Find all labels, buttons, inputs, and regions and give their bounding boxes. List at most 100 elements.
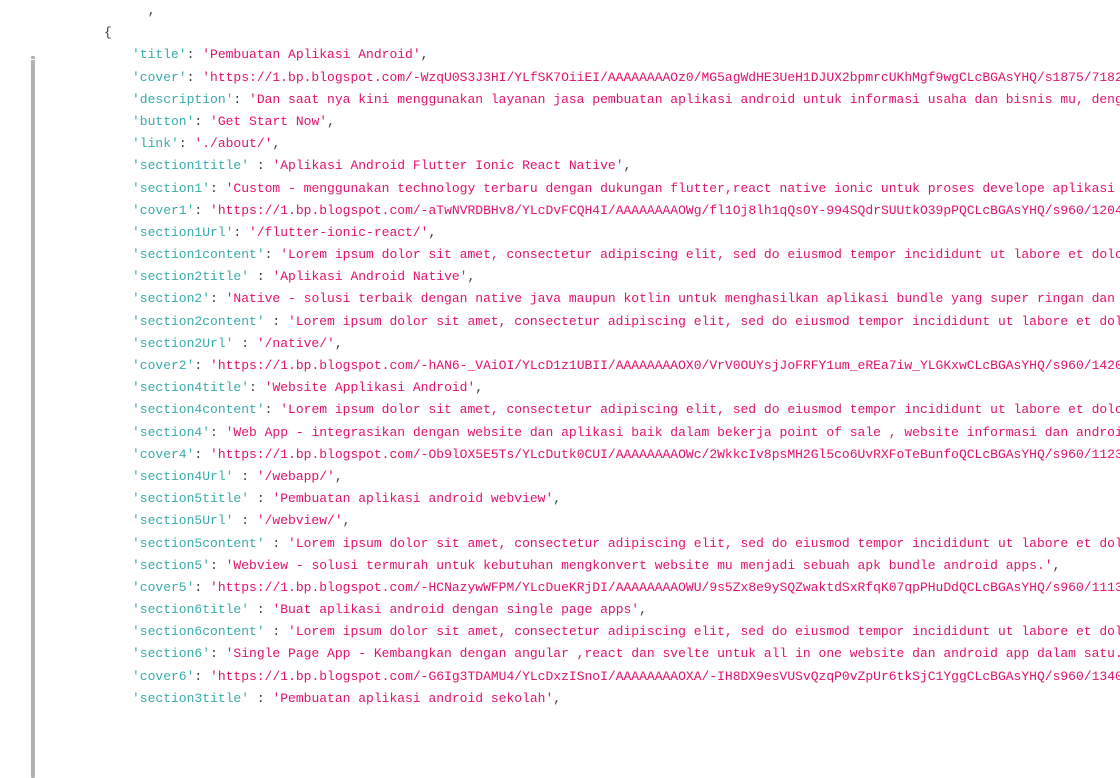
json-value: 'Website Applikasi Android' <box>265 380 476 395</box>
change-indicator <box>31 56 35 59</box>
colon: : <box>210 646 226 661</box>
json-value: 'https://1.bp.blogspot.com/-Ob9lOX5E5Ts/… <box>210 447 1120 462</box>
colon: : <box>233 469 256 484</box>
colon: : <box>249 602 272 617</box>
json-value: 'Lorem ipsum dolor sit amet, consectetur… <box>288 314 1120 329</box>
code-line[interactable]: 'link': './about/', <box>76 133 1120 155</box>
json-key: 'cover4' <box>132 447 194 462</box>
json-key: 'section6content' <box>132 624 265 639</box>
json-key: 'section2title' <box>132 269 249 284</box>
json-key: 'section5' <box>132 558 210 573</box>
code-line[interactable]: 'title': 'Pembuatan Aplikasi Android', <box>76 44 1120 66</box>
colon: : <box>187 70 203 85</box>
json-key: 'section5title' <box>132 491 249 506</box>
change-indicator <box>31 60 35 778</box>
json-key: 'cover1' <box>132 203 194 218</box>
json-key: 'section3title' <box>132 691 249 706</box>
code-line[interactable]: 'section6': 'Single Page App - Kembangka… <box>76 643 1120 665</box>
json-value: 'Dan saat nya kini menggunakan layanan j… <box>249 92 1120 107</box>
comma: , <box>335 336 343 351</box>
colon: : <box>249 691 272 706</box>
json-key: 'section5content' <box>132 536 265 551</box>
json-value: 'Pembuatan aplikasi android sekolah' <box>272 691 553 706</box>
json-value: '/flutter-ionic-react/' <box>249 225 428 240</box>
json-key: 'section6title' <box>132 602 249 617</box>
colon: : <box>233 513 256 528</box>
code-line[interactable]: 'section6title' : 'Buat aplikasi android… <box>76 599 1120 621</box>
code-line[interactable]: 'section2Url' : '/native/', <box>76 333 1120 355</box>
colon: : <box>194 669 210 684</box>
code-line[interactable]: 'section5': 'Webview - solusi termurah u… <box>76 555 1120 577</box>
code-line[interactable]: 'description': 'Dan saat nya kini menggu… <box>76 89 1120 111</box>
json-key: 'section1title' <box>132 158 249 173</box>
json-key: 'section6' <box>132 646 210 661</box>
code-line[interactable]: 'section1title' : 'Aplikasi Android Flut… <box>76 155 1120 177</box>
json-key: 'section4Url' <box>132 469 233 484</box>
code-line[interactable]: 'section4content': 'Lorem ipsum dolor si… <box>76 399 1120 421</box>
comma: , <box>467 269 475 284</box>
json-value: 'https://1.bp.blogspot.com/-WzqU0S3J3HI/… <box>202 70 1120 85</box>
json-key: 'cover6' <box>132 669 194 684</box>
colon: : <box>194 358 210 373</box>
code-line[interactable]: 'section4Url' : '/webapp/', <box>76 466 1120 488</box>
code-line[interactable]: 'section1Url': '/flutter-ionic-react/', <box>76 222 1120 244</box>
comma: , <box>1053 558 1061 573</box>
code-line[interactable]: 'button': 'Get Start Now', <box>76 111 1120 133</box>
editor-gutter <box>0 0 36 776</box>
json-value: 'Pembuatan aplikasi android webview' <box>272 491 553 506</box>
json-key: 'section1Url' <box>132 225 233 240</box>
json-key: 'section4content' <box>132 402 265 417</box>
json-value: 'Custom - menggunakan technology terbaru… <box>226 181 1120 196</box>
code-line[interactable]: 'cover2': 'https://1.bp.blogspot.com/-hA… <box>76 355 1120 377</box>
comma: , <box>428 225 436 240</box>
code-line[interactable]: 'cover1': 'https://1.bp.blogspot.com/-aT… <box>76 200 1120 222</box>
code-line[interactable]: 'section5content' : 'Lorem ipsum dolor s… <box>76 533 1120 555</box>
comma: , <box>421 47 429 62</box>
code-line[interactable]: 'cover': 'https://1.bp.blogspot.com/-Wzq… <box>76 67 1120 89</box>
colon: : <box>194 447 210 462</box>
json-value: 'Lorem ipsum dolor sit amet, consectetur… <box>288 536 1120 551</box>
json-value: 'Lorem ipsum dolor sit amet, consectetur… <box>280 247 1120 262</box>
code-line[interactable]: 'section2title' : 'Aplikasi Android Nati… <box>76 266 1120 288</box>
colon: : <box>194 580 210 595</box>
comma: , <box>624 158 632 173</box>
colon: : <box>187 47 203 62</box>
colon: : <box>179 136 195 151</box>
json-key: 'cover2' <box>132 358 194 373</box>
code-line[interactable]: 'section4title': 'Website Applikasi Andr… <box>76 377 1120 399</box>
json-key: 'section2content' <box>132 314 265 329</box>
code-line[interactable]: 'section1': 'Custom - menggunakan techno… <box>76 178 1120 200</box>
code-line[interactable]: 'cover6': 'https://1.bp.blogspot.com/-G6… <box>76 666 1120 688</box>
colon: : <box>265 624 288 639</box>
json-value: 'Aplikasi Android Native' <box>272 269 467 284</box>
colon: : <box>265 536 288 551</box>
colon: : <box>210 558 226 573</box>
code-line[interactable]: 'section1content': 'Lorem ipsum dolor si… <box>76 244 1120 266</box>
json-value: '/native/' <box>257 336 335 351</box>
code-line[interactable]: { <box>76 22 1120 44</box>
code-line[interactable]: 'section3title' : 'Pembuatan aplikasi an… <box>76 688 1120 710</box>
json-key: 'section2Url' <box>132 336 233 351</box>
json-value: '/webview/' <box>257 513 343 528</box>
code-line[interactable]: 'section6content' : 'Lorem ipsum dolor s… <box>76 621 1120 643</box>
json-value: 'https://1.bp.blogspot.com/-G6Ig3TDAMU4/… <box>210 669 1120 684</box>
code-line[interactable]: 'section2': 'Native - solusi terbaik den… <box>76 288 1120 310</box>
comma: , <box>639 602 647 617</box>
code-line[interactable]: , <box>76 0 1120 22</box>
code-editor[interactable]: ,{'title': 'Pembuatan Aplikasi Android',… <box>36 0 1120 776</box>
code-line[interactable]: 'section4': 'Web App - integrasikan deng… <box>76 422 1120 444</box>
json-value: 'Web App - integrasikan dengan website d… <box>226 425 1120 440</box>
code-line[interactable]: 'section5title' : 'Pembuatan aplikasi an… <box>76 488 1120 510</box>
code-line[interactable]: 'section2content' : 'Lorem ipsum dolor s… <box>76 311 1120 333</box>
code-line[interactable]: 'section5Url' : '/webview/', <box>76 510 1120 532</box>
code-line[interactable]: 'cover5': 'https://1.bp.blogspot.com/-HC… <box>76 577 1120 599</box>
json-value: 'Native - solusi terbaik dengan native j… <box>226 291 1120 306</box>
comma: , <box>327 114 335 129</box>
colon: : <box>265 247 281 262</box>
colon: : <box>233 225 249 240</box>
colon: : <box>194 114 210 129</box>
json-key: 'section1' <box>132 181 210 196</box>
code-line[interactable]: 'cover4': 'https://1.bp.blogspot.com/-Ob… <box>76 444 1120 466</box>
json-key: 'section2' <box>132 291 210 306</box>
colon: : <box>233 92 249 107</box>
